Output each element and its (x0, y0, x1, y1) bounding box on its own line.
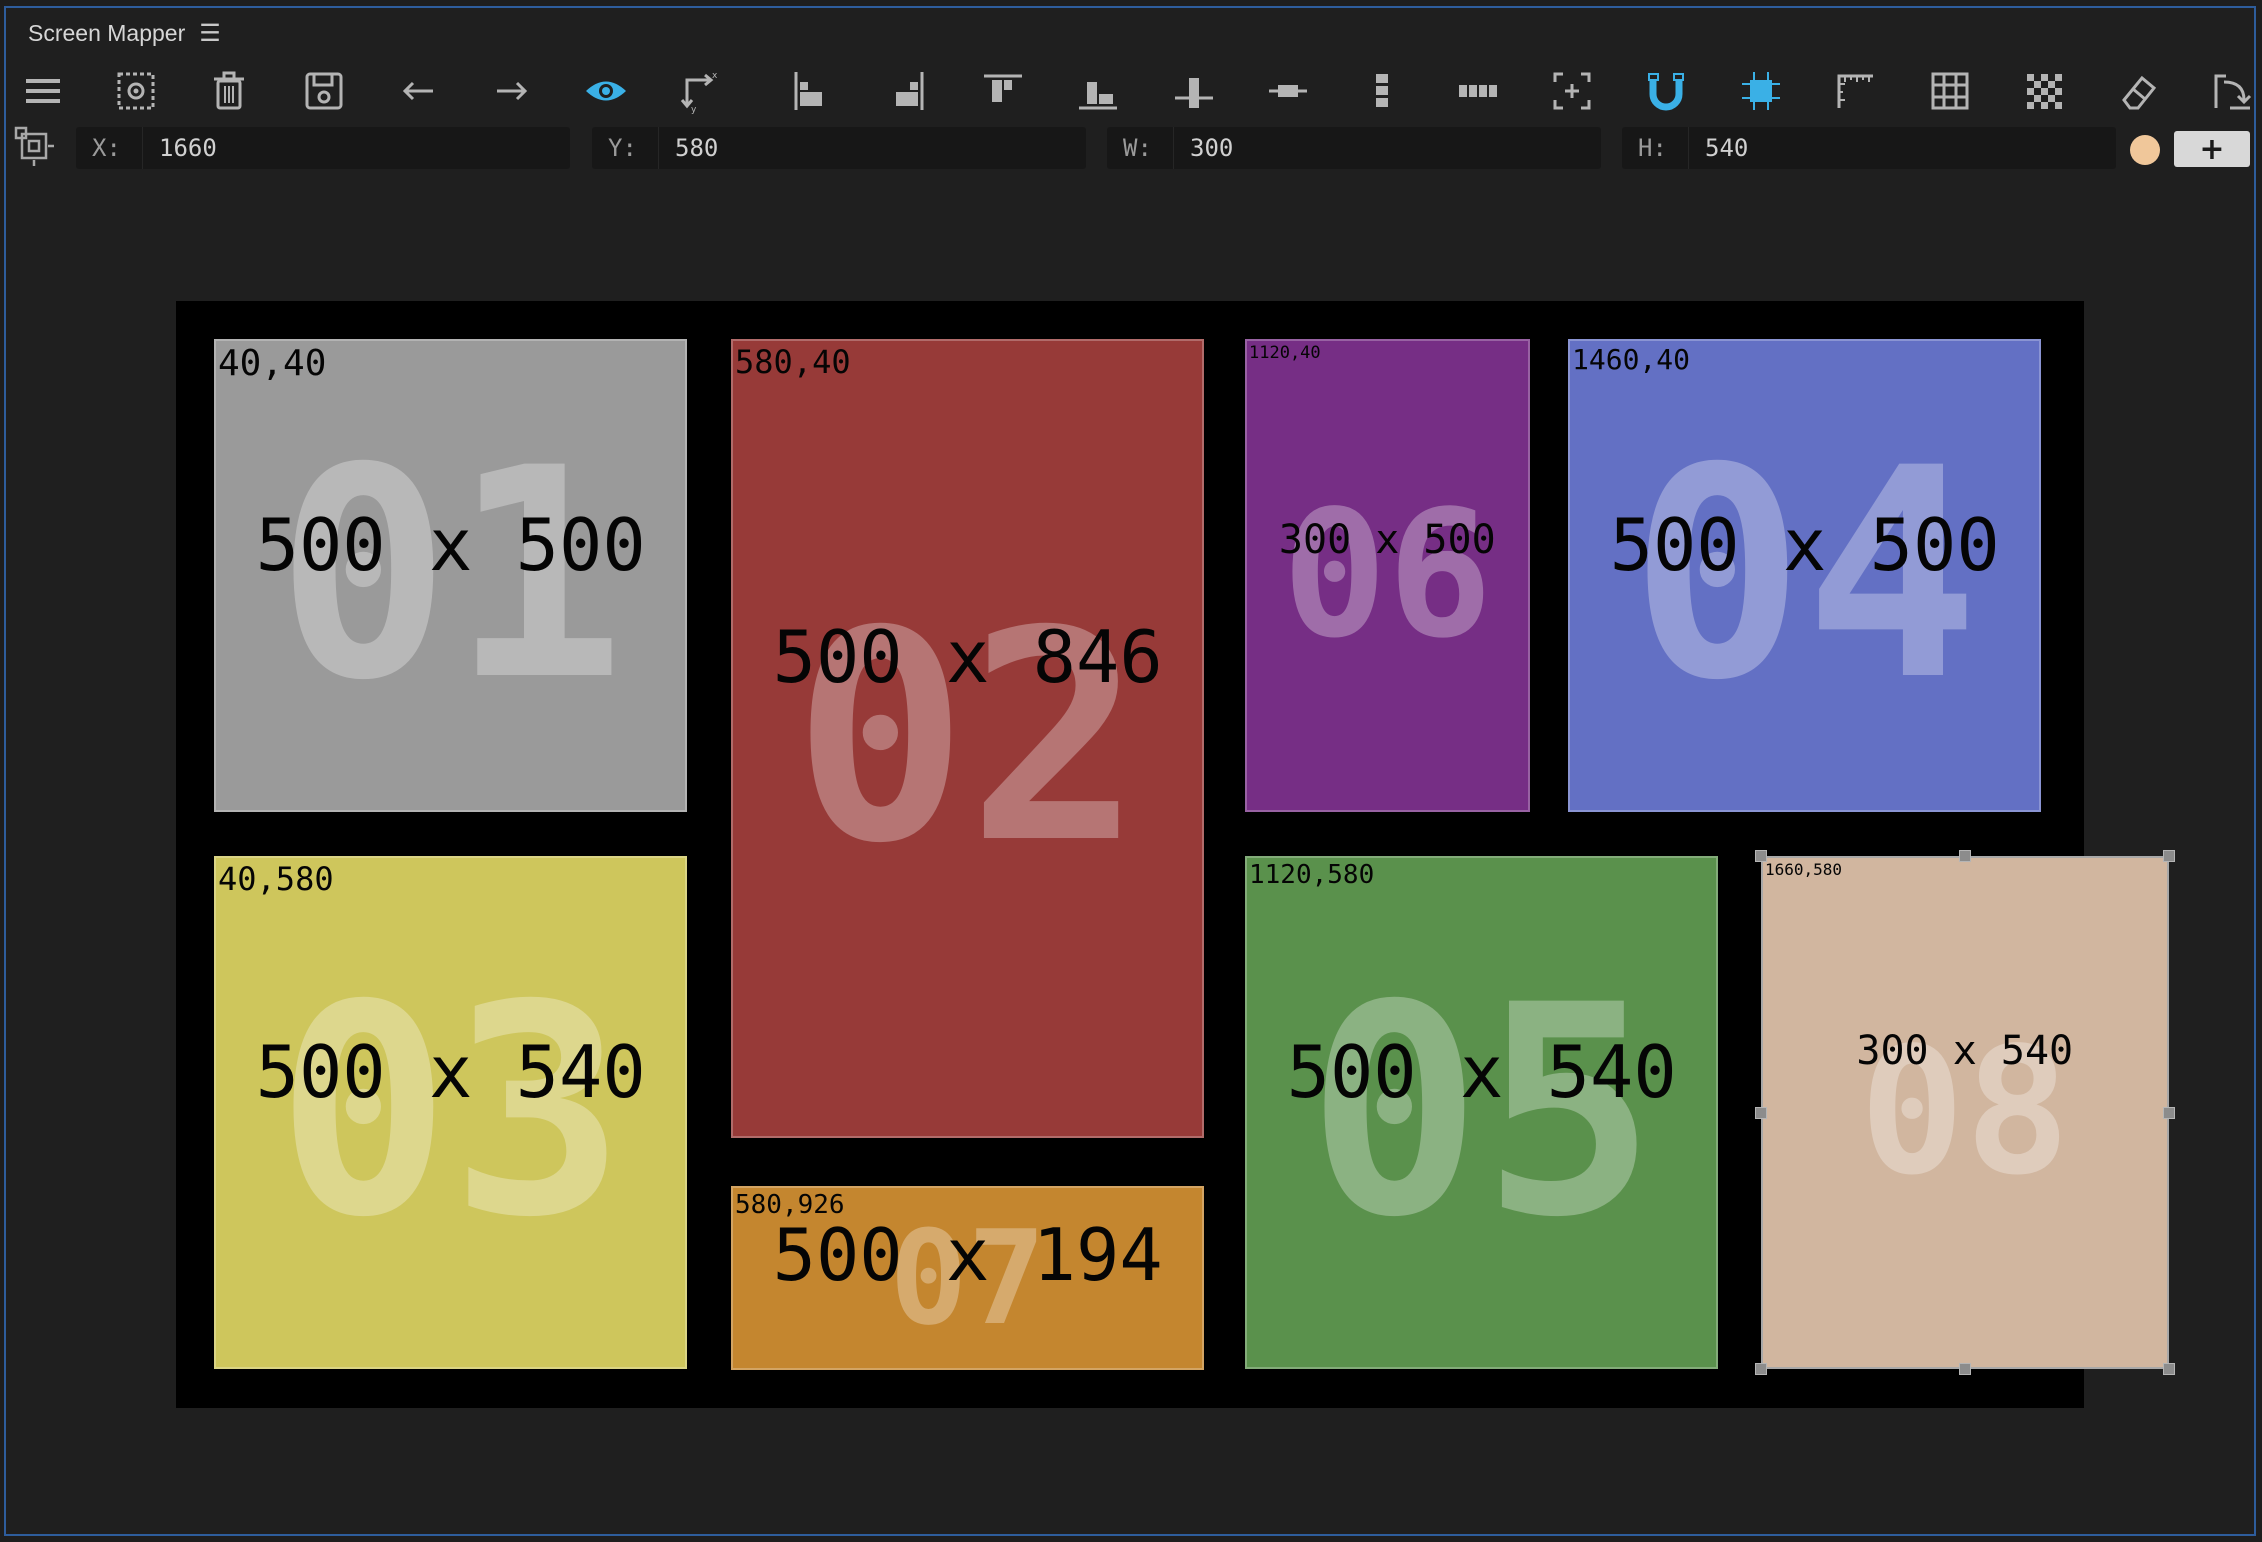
w-field-value[interactable]: 300 (1174, 134, 1233, 162)
screen-number: 08 (1859, 1011, 2071, 1215)
y-field-value[interactable]: 580 (659, 134, 718, 162)
app-title: Screen Mapper (28, 19, 186, 46)
align-right-icon[interactable] (882, 66, 932, 116)
svg-text:x: x (712, 71, 718, 81)
snap-magnet-icon[interactable] (1641, 66, 1691, 116)
delete-icon[interactable] (204, 66, 254, 116)
toolbar: xy (6, 58, 2254, 124)
screen-origin-label: 40,40 (218, 343, 327, 384)
align-vertical-center-icon[interactable] (1169, 66, 1219, 116)
screen-08[interactable]: 08 1660,580 300 x 540 (1761, 856, 2169, 1370)
distribute-vertical-icon[interactable] (1357, 66, 1407, 116)
redo-arrow-icon[interactable] (487, 66, 537, 116)
resize-handle[interactable] (1958, 850, 1971, 862)
screen-04[interactable]: 04 1460,40 500 x 500 (1568, 339, 2042, 813)
resize-handle[interactable] (1958, 1363, 1971, 1376)
property-bar: X: 1660 Y: 580 W: 300 H: 540 + (6, 120, 2254, 172)
color-swatch[interactable] (2130, 135, 2160, 165)
screen-number: 02 (793, 569, 1143, 907)
resize-handle[interactable] (2162, 850, 2175, 862)
screen-dimensions-label: 500 x 846 (772, 615, 1163, 699)
screen-dimensions-label: 500 x 500 (1609, 503, 2000, 587)
y-field-label: Y: (608, 134, 637, 162)
screen-02[interactable]: 02 580,40 500 x 846 (731, 339, 1205, 1139)
visibility-eye-icon[interactable] (581, 66, 631, 116)
menu-icon[interactable] (18, 66, 68, 116)
h-field-value[interactable]: 540 (1689, 134, 1748, 162)
screen-origin-label: 1120,40 (1249, 343, 1321, 363)
eraser-icon[interactable] (2114, 66, 2164, 116)
screen-origin-label: 40,580 (218, 860, 334, 898)
screen-number: 06 (1281, 474, 1493, 678)
fit-selection-icon[interactable] (1547, 66, 1597, 116)
screen-dimensions-label: 500 x 540 (1286, 1030, 1677, 1114)
w-field[interactable]: W: 300 (1107, 127, 1601, 169)
screen-dimensions-label: 300 x 500 (1278, 517, 1496, 563)
align-left-icon[interactable] (786, 66, 836, 116)
screen-settings-icon[interactable] (111, 66, 161, 116)
screen-07[interactable]: 07 580,926 500 x 194 (731, 1186, 1205, 1371)
screen-origin-label: 1460,40 (1572, 343, 1691, 376)
align-horizontal-center-icon[interactable] (1263, 66, 1313, 116)
resize-handle[interactable] (1755, 1363, 1767, 1376)
x-field-label: X: (92, 134, 121, 162)
resize-handle[interactable] (1755, 850, 1767, 862)
screen-origin-label: 1660,580 (1765, 860, 1843, 879)
screen-01[interactable]: 01 40,40 500 x 500 (214, 339, 688, 813)
screen-dimensions-label: 300 x 540 (1856, 1028, 2074, 1074)
y-field[interactable]: Y: 580 (592, 127, 1086, 169)
x-field[interactable]: X: 1660 (76, 127, 570, 169)
align-top-icon[interactable] (978, 66, 1028, 116)
selection-transform-icon (14, 126, 54, 166)
snap-to-screens-icon[interactable] (1736, 66, 1786, 116)
screen-origin-label: 580,40 (735, 343, 851, 381)
checkerboard-icon[interactable] (2019, 66, 2069, 116)
screen-05[interactable]: 05 1120,580 500 x 540 (1245, 856, 1719, 1370)
h-field[interactable]: H: 540 (1622, 127, 2116, 169)
distribute-horizontal-icon[interactable] (1452, 66, 1502, 116)
svg-text:y: y (691, 105, 697, 114)
title-bar: Screen Mapper ☰ (6, 8, 2254, 58)
resize-handle[interactable] (1755, 1106, 1767, 1119)
align-bottom-icon[interactable] (1073, 66, 1123, 116)
export-icon[interactable] (2208, 66, 2258, 116)
resize-handle[interactable] (2162, 1106, 2175, 1119)
resize-handle[interactable] (2162, 1363, 2175, 1376)
screen-canvas[interactable]: 01 40,40 500 x 500 02 580,40 500 x 846 06 1120,… (176, 301, 2175, 1408)
screen-03[interactable]: 03 40,580 500 x 540 (214, 856, 688, 1370)
screen-origin-label: 1120,580 (1249, 860, 1375, 890)
save-icon[interactable] (299, 66, 349, 116)
add-screen-button[interactable]: + (2174, 131, 2250, 167)
x-field-value[interactable]: 1660 (143, 134, 217, 162)
undo-arrow-icon[interactable] (393, 66, 443, 116)
grid-icon[interactable] (1925, 66, 1975, 116)
screen-dimensions-label: 500 x 540 (255, 1030, 646, 1114)
w-field-label: W: (1123, 134, 1152, 162)
h-field-label: H: (1638, 134, 1667, 162)
screen-dimensions-label: 500 x 500 (255, 503, 646, 587)
screen-06[interactable]: 06 1120,40 300 x 500 (1245, 339, 1530, 813)
screen-dimensions-label: 500 x 194 (772, 1213, 1163, 1297)
hamburger-icon[interactable]: ☰ (199, 19, 221, 48)
ruler-icon[interactable] (1831, 66, 1881, 116)
transform-xy-icon[interactable]: xy (675, 66, 725, 116)
